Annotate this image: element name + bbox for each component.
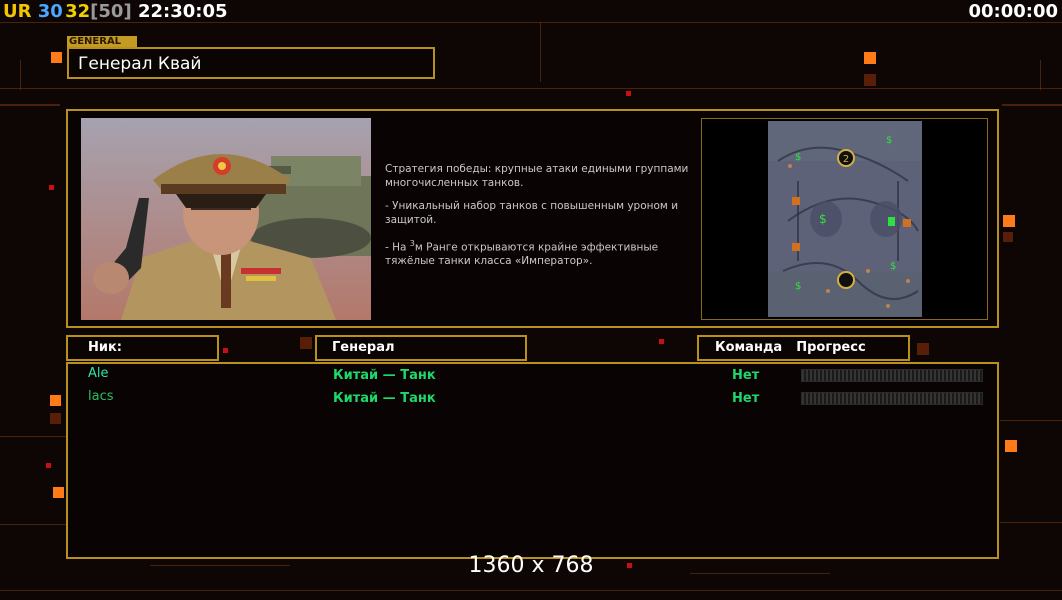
general-name-box: Генерал Квай [67,47,435,79]
dollar-icon: $ [886,135,892,146]
player-team: Нет [732,368,760,383]
column-header-team: Команда [715,340,783,355]
players-list: Ale Китай — Танк Нет lacs Китай — Танк Н… [66,362,999,559]
general-tag: GENERAL [67,36,137,47]
column-header-general: Генерал [315,335,527,361]
player-progress-bar [801,392,983,405]
hud-value-1: 30 [37,1,63,22]
player-team: Нет [732,391,760,406]
dollar-icon: $ [890,261,896,272]
structure-icon [888,217,895,226]
player-nick: lacs [88,389,114,404]
oil-derrick-icon [792,197,800,205]
start-marker-top[interactable]: 2 [837,149,855,167]
hud-value-2: 32 [65,1,91,22]
column-header-nick: Ник: [66,335,219,361]
hud-bracket-value: [50] [90,1,132,22]
hud-clock: 22:30:05 [137,1,228,22]
player-row[interactable]: lacs Китай — Танк Нет [68,387,997,409]
dollar-icon: $ [819,212,827,226]
general-description: Стратегия победы: крупные атаки едиными … [385,163,705,279]
strategy-text: Стратегия победы: крупные атаки едиными … [385,163,689,189]
hud-ur: UR [3,1,32,22]
oil-derrick-icon [903,219,911,227]
general-portrait [81,118,371,320]
player-general: Китай — Танк [333,368,436,383]
player-general: Китай — Танк [333,391,436,406]
player-row[interactable]: Ale Китай — Танк Нет [68,364,997,386]
player-progress-bar [801,369,983,382]
hud-timer: 00:00:00 [968,1,1058,22]
map-preview[interactable]: 2 $ $ $ $ $ [768,121,922,317]
general-info-panel: Стратегия победы: крупные атаки едиными … [66,109,999,328]
dollar-icon: $ [795,281,801,292]
general-name: Генерал Квай [78,54,202,74]
hud-stats: UR 30 32[50] 22:30:05 [3,1,228,22]
resolution-label: 1360 x 768 [468,553,594,578]
column-header-team-progress: Команда Прогресс [697,335,910,361]
map-preview-frame: 2 $ $ $ $ $ [701,118,988,320]
player-nick: Ale [88,366,109,381]
dollar-icon: $ [795,152,801,163]
start-marker-bottom[interactable] [837,271,855,289]
bullet-tanks: - Уникальный набор танков с повышенным у… [385,200,679,226]
bullet-rank: - На 3м Ранге открываются крайне эффекти… [385,239,659,267]
oil-derrick-icon [792,243,800,251]
svg-text:2: 2 [843,154,849,165]
column-header-progress: Прогресс [796,340,866,355]
